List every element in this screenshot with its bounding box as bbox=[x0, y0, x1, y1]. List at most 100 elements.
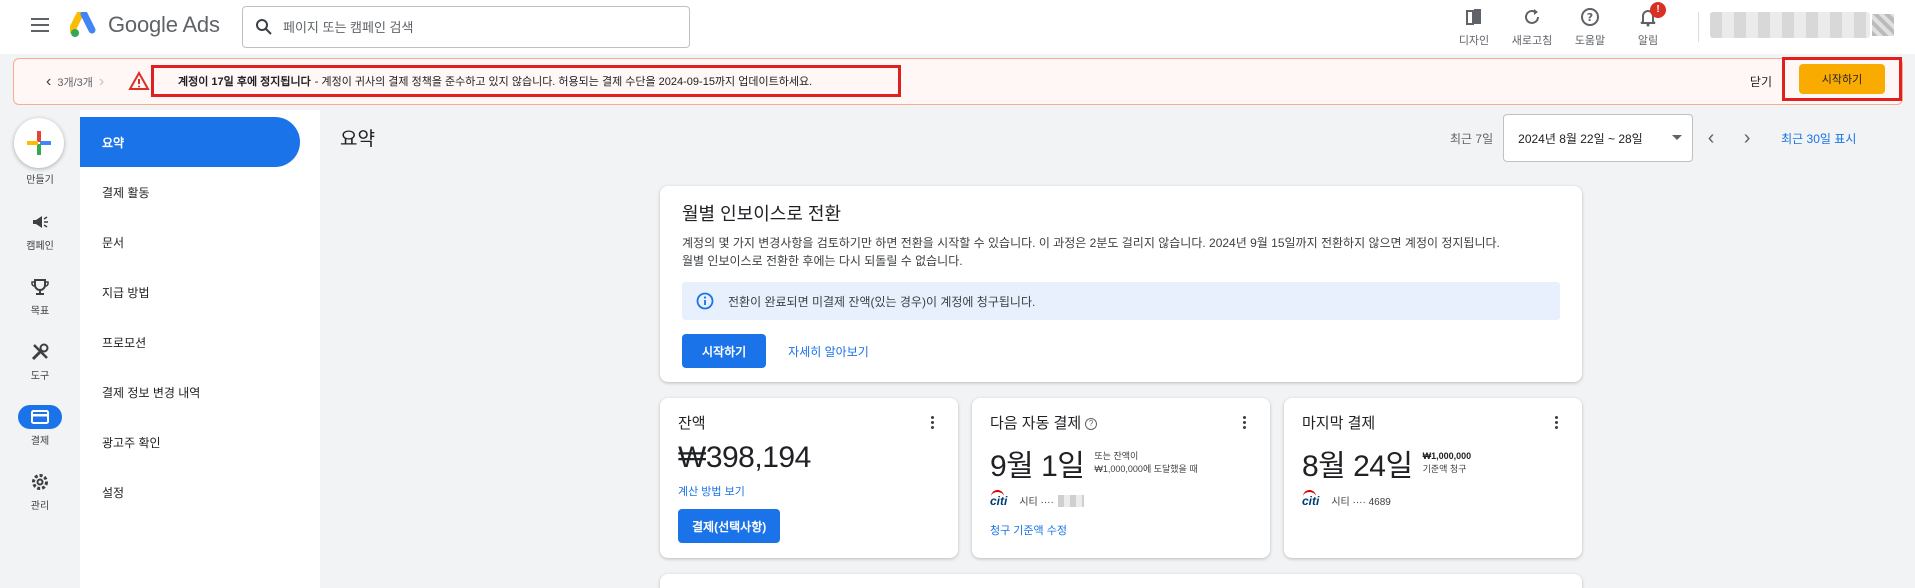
next-payment-title-wrap: 다음 자동 결제? bbox=[990, 412, 1098, 433]
previous-period-icon[interactable]: ‹ bbox=[1693, 127, 1729, 150]
next-payment-title: 다음 자동 결제 bbox=[990, 415, 1082, 432]
search-box[interactable] bbox=[242, 6, 690, 48]
last-payment-title: 마지막 결제 bbox=[1302, 415, 1376, 432]
rail-label-admin: 관리 bbox=[30, 501, 50, 512]
subnav-item-advertiser-verification[interactable]: 광고주 확인 bbox=[80, 417, 300, 467]
last-payment-bank-text: 시티 ···· 4689 bbox=[1331, 497, 1391, 508]
monthly-invoice-card: 월별 인보이스로 전환 계정의 몇 가지 변경사항을 검토하기만 하면 전환을 … bbox=[660, 186, 1582, 382]
app-title: Google Ads bbox=[108, 12, 220, 37]
help-button[interactable]: ? 도움말 bbox=[1563, 2, 1617, 48]
banner-start-button[interactable]: 시작하기 bbox=[1799, 64, 1885, 94]
account-name-redacted[interactable] bbox=[1710, 12, 1870, 38]
balance-card-title: 잔액 bbox=[678, 415, 706, 432]
appearance-button[interactable]: 디자인 bbox=[1447, 2, 1501, 48]
info-icon bbox=[696, 292, 714, 310]
banner-counter: 3개/3개 bbox=[57, 76, 93, 89]
chevron-left-icon[interactable]: ‹ bbox=[40, 73, 57, 91]
balance-amount: ₩398,194 bbox=[678, 441, 811, 474]
rail-label-billing: 결제 bbox=[30, 436, 50, 447]
subnav-item-payment-methods[interactable]: 지급 방법 bbox=[80, 267, 300, 317]
account-avatar-redacted[interactable] bbox=[1872, 14, 1894, 36]
subnav-item-transactions[interactable]: 결제 활동 bbox=[80, 167, 300, 217]
rail-create-label: 만들기 bbox=[26, 175, 54, 186]
rail-item-billing[interactable]: 결제 bbox=[0, 405, 80, 447]
rail-label-campaigns: 캠페인 bbox=[26, 241, 54, 252]
last-payment-bank: citi 시티 ···· 4689 bbox=[1302, 489, 1564, 508]
invoice-card-body: 계정의 몇 가지 변경사항을 검토하기만 하면 전환을 시작할 수 있습니다. … bbox=[682, 234, 1560, 270]
hamburger-menu-icon[interactable] bbox=[28, 14, 52, 38]
help-circle-icon[interactable]: ? bbox=[1085, 418, 1098, 431]
last-payment-detail: ₩1,000,000 기준액 청구 bbox=[1423, 450, 1472, 476]
last-payment-value-row: 8월 24일 ₩1,000,000 기준액 청구 bbox=[1302, 441, 1564, 485]
date-preset-label: 최근 7일 bbox=[1450, 131, 1494, 146]
billing-subnav: 요약 결제 활동 문서 지급 방법 프로모션 결제 정보 변경 내역 광고주 확… bbox=[80, 110, 320, 588]
citi-logo: citi bbox=[1302, 489, 1320, 508]
rail-item-tools[interactable]: 도구 bbox=[0, 340, 80, 382]
next-period-icon[interactable]: › bbox=[1729, 127, 1765, 150]
rail-label-tools: 도구 bbox=[30, 371, 50, 382]
rail-item-goals[interactable]: 목표 bbox=[0, 275, 80, 317]
google-ads-logo[interactable]: Google Ads bbox=[70, 12, 220, 38]
credit-card-icon bbox=[18, 405, 62, 429]
balance-card-header: 잔액 bbox=[678, 412, 940, 433]
last-payment-amount: ₩1,000,000 bbox=[1423, 450, 1472, 463]
next-card-partial bbox=[660, 574, 1582, 588]
gear-icon bbox=[18, 470, 62, 494]
subnav-item-change-history[interactable]: 결제 정보 변경 내역 bbox=[80, 367, 300, 417]
balance-card: 잔액 ₩398,194 계산 방법 보기 결제(선택사항) bbox=[660, 398, 958, 558]
search-input[interactable] bbox=[283, 19, 663, 35]
next-payment-date: 9월 1일 bbox=[990, 450, 1085, 483]
plus-icon bbox=[27, 131, 51, 155]
tools-icon bbox=[18, 340, 62, 364]
rail-label-goals: 목표 bbox=[30, 306, 50, 317]
subnav-item-documents[interactable]: 문서 bbox=[80, 217, 300, 267]
edit-threshold-link[interactable]: 청구 기준액 수정 bbox=[990, 522, 1252, 538]
last-payment-type: 기준액 청구 bbox=[1422, 464, 1467, 474]
chevron-right-icon[interactable]: › bbox=[93, 73, 110, 91]
invoice-card-title: 월별 인보이스로 전환 bbox=[682, 204, 842, 224]
next-payment-value-row: 9월 1일 또는 잔액이 ₩1,000,000에 도달했을 때 bbox=[990, 441, 1252, 485]
learn-more-link[interactable]: 자세히 알아보기 bbox=[788, 343, 869, 360]
suspension-alert-banner: ‹ 3개/3개 › 계정이 17일 후에 정지됩니다 - 계정이 귀사의 결제 … bbox=[13, 57, 1903, 105]
topbar-divider bbox=[1698, 12, 1699, 42]
date-range-dropdown[interactable]: 2024년 8월 22일 ~ 28일 bbox=[1503, 114, 1694, 162]
invoice-card-body-line1: 계정의 몇 가지 변경사항을 검토하기만 하면 전환을 시작할 수 있습니다. … bbox=[682, 236, 1500, 250]
subnav-item-promotions[interactable]: 프로모션 bbox=[80, 317, 300, 367]
help-icon: ? bbox=[1581, 8, 1599, 26]
last-payment-date: 8월 24일 bbox=[1302, 450, 1413, 483]
last-payment-header: 마지막 결제 bbox=[1302, 412, 1564, 433]
more-vert-icon[interactable] bbox=[924, 415, 940, 430]
invoice-card-body-line2: 월별 인보이스로 전환한 후에는 다시 되돌릴 수 없습니다. bbox=[682, 254, 963, 268]
next-payment-header: 다음 자동 결제? bbox=[990, 412, 1252, 433]
next-payment-card: 다음 자동 결제? 9월 1일 또는 잔액이 ₩1,000,000에 도달했을 … bbox=[972, 398, 1270, 558]
next-payment-condition-line2: ₩1,000,000에 도달했을 때 bbox=[1094, 464, 1198, 474]
subnav-item-summary[interactable]: 요약 bbox=[80, 117, 300, 167]
calculation-link[interactable]: 계산 방법 보기 bbox=[678, 483, 940, 499]
rail-create-label-wrap: 만들기 bbox=[0, 168, 80, 186]
banner-cta-highlight: 시작하기 bbox=[1782, 57, 1902, 101]
banner-close-button[interactable]: 닫기 bbox=[1750, 73, 1772, 90]
top-actions: 디자인 새로고침 ? 도움말 ! 알림 bbox=[1443, 2, 1675, 48]
dropdown-caret-icon bbox=[1672, 135, 1683, 140]
create-button[interactable] bbox=[14, 118, 64, 168]
invoice-actions: 시작하기 자세히 알아보기 bbox=[682, 334, 1560, 368]
make-payment-button[interactable]: 결제(선택사항) bbox=[678, 509, 781, 543]
notifications-button[interactable]: ! 알림 bbox=[1621, 2, 1675, 48]
more-vert-icon[interactable] bbox=[1548, 415, 1564, 430]
citi-logo: citi bbox=[990, 489, 1008, 508]
next-payment-condition-line1: 또는 잔액이 bbox=[1094, 451, 1139, 461]
invoice-start-button[interactable]: 시작하기 bbox=[682, 334, 767, 368]
rail-item-campaigns[interactable]: 캠페인 bbox=[0, 210, 80, 252]
megaphone-icon bbox=[18, 210, 62, 234]
invoice-info-box: 전환이 완료되면 미결제 잔액(있는 경우)이 계정에 청구됩니다. bbox=[682, 282, 1560, 320]
show-30-days-link[interactable]: 최근 30일 표시 bbox=[1781, 130, 1856, 147]
more-vert-icon[interactable] bbox=[1236, 415, 1252, 430]
subnav-item-settings[interactable]: 설정 bbox=[80, 467, 300, 517]
appearance-label: 디자인 bbox=[1458, 35, 1490, 47]
date-range-control: 최근 7일 2024년 8월 22일 ~ 28일 ‹ › 최근 30일 표시 bbox=[1450, 114, 1856, 162]
date-range-value: 2024년 8월 22일 ~ 28일 bbox=[1518, 131, 1643, 146]
rail-item-admin[interactable]: 관리 bbox=[0, 470, 80, 512]
refresh-button[interactable]: 새로고침 bbox=[1505, 2, 1559, 48]
last-payment-card: 마지막 결제 8월 24일 ₩1,000,000 기준액 청구 citi 시티 … bbox=[1284, 398, 1582, 558]
last-payment-amount-value: ₩1,000,000 bbox=[1422, 451, 1472, 461]
